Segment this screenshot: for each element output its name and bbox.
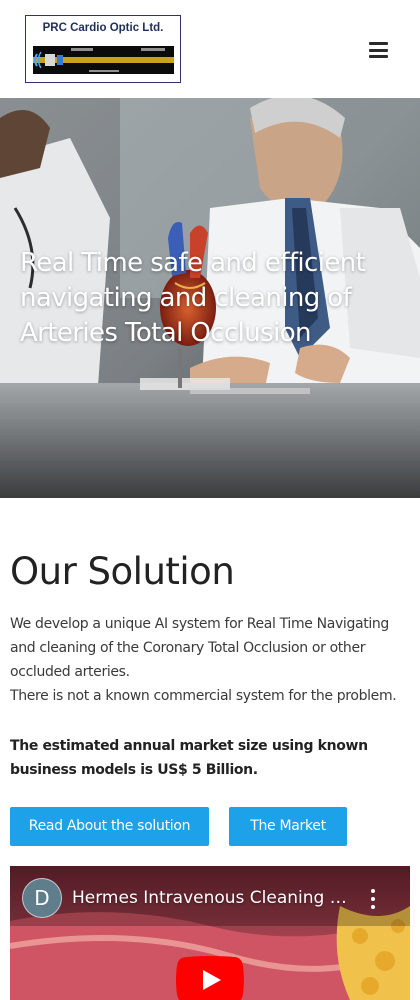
more-vertical-icon[interactable] [365, 886, 381, 912]
solution-description: We develop a unique AI system for Real T… [10, 616, 389, 680]
site-header: PRC Cardio Optic Ltd. [0, 0, 420, 98]
market-size-statement: The estimated annual market size using k… [10, 738, 368, 778]
company-logo[interactable]: PRC Cardio Optic Ltd. [25, 15, 181, 83]
catheter-diagram-icon [33, 46, 174, 74]
video-embed[interactable]: D Hermes Intravenous Cleaning Sy... [10, 866, 410, 1000]
hero-banner: Real Time safe and efficient navigating … [0, 98, 420, 498]
play-icon[interactable] [176, 956, 244, 1000]
hero-title: Real Time safe and efficient navigating … [20, 248, 366, 348]
read-about-solution-button[interactable]: Read About the solution [10, 807, 209, 846]
video-title[interactable]: Hermes Intravenous Cleaning Sy... [72, 886, 352, 910]
solution-note: There is not a known commercial system f… [10, 688, 397, 704]
hamburger-menu-icon[interactable] [362, 36, 396, 64]
the-market-button[interactable]: The Market [229, 807, 347, 846]
section-title: Our Solution [10, 550, 235, 593]
channel-avatar[interactable]: D [22, 878, 62, 918]
logo-text: PRC Cardio Optic Ltd. [42, 22, 164, 34]
